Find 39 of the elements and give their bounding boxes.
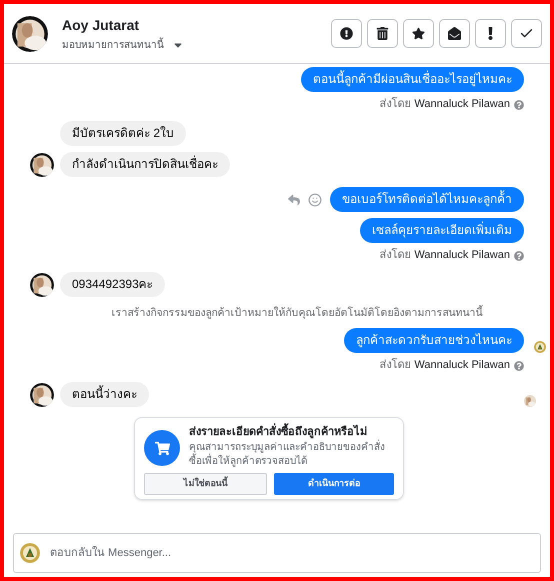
message-bubble: มีบัตรเครดิตค่ะ 2ใบ	[60, 121, 186, 146]
cart-icon	[154, 440, 170, 456]
star-icon	[412, 27, 425, 40]
sent-by-label: ส่งโดย	[379, 98, 410, 111]
contact-name: Aoy Jutarat	[62, 16, 140, 35]
reply-input[interactable]: ตอบกลับใน Messenger...	[50, 544, 534, 562]
sender-name: Wannaluck Pilawan	[414, 249, 510, 262]
dismiss-button[interactable]: ไม่ใช่ตอนนี้	[144, 473, 266, 495]
toolbar-button[interactable]	[439, 19, 470, 48]
sender-name: Wannaluck Pilawan	[414, 359, 510, 372]
toolbar-button[interactable]	[331, 19, 362, 48]
reply-icon[interactable]	[288, 194, 300, 206]
assign-dropdown[interactable]: มอบหมายการสนทนานี้	[62, 38, 184, 52]
help-icon[interactable]	[514, 250, 524, 260]
toolbar-button[interactable]	[475, 19, 506, 48]
toolbar-button[interactable]	[511, 19, 542, 48]
card-title: ส่งรายละเอียดคำสั่งซื้อถึงลูกค้าหรือไม่	[189, 424, 394, 440]
message-bubble: ตอนนี้ว่างคะ	[60, 382, 149, 407]
reply-field[interactable]: ตอบกลับใน Messenger...	[13, 533, 541, 573]
help-icon[interactable]	[514, 100, 524, 110]
trash-icon	[376, 27, 389, 40]
envelope-icon	[448, 27, 461, 40]
card-description: คุณสามารถระบุมูลค่าและคำอธิบายของคำสั่งซื้อเพื่อให้ลูกค้าตรวจสอบได้	[189, 441, 394, 469]
alert-icon	[340, 27, 353, 40]
message-bubble: กำลังดำเนินการปิดสินเชื่อคะ	[60, 152, 230, 177]
toolbar-button[interactable]	[403, 19, 434, 48]
sender-name: Wannaluck Pilawan	[414, 98, 510, 111]
emoji-icon[interactable]	[308, 192, 322, 206]
message-bubble: ขอเบอร์โทรติดต่อได้ไหมคะลูกค้้า	[330, 187, 524, 212]
continue-button[interactable]: ดำเนินการต่อ	[274, 473, 394, 495]
toolbar-button[interactable]	[367, 19, 398, 48]
message-bubble: ตอนนี้ลูกค้ามีผ่อนสินเชื่ออะไรอยู่ไหมคะ	[301, 67, 524, 92]
message-bubble: ลูกค้าสะดวกรับสายช่วงไหนคะ	[344, 328, 524, 353]
sent-by-label: ส่งโดย	[379, 359, 410, 372]
help-icon[interactable]	[514, 360, 524, 370]
message-bubble: 0934492393คะ	[60, 272, 165, 297]
system-notice: เราสร้างกิจกรรมของลูกค้าเป้าหมายให้กับคุณโดยอัตโนมัติโดยอิงตามการสนทนานี้	[110, 307, 484, 320]
message-bubble: เซลล์คุยรายละเอียดเพิ่มเติม	[360, 218, 524, 243]
sent-by-label: ส่งโดย	[379, 249, 410, 262]
